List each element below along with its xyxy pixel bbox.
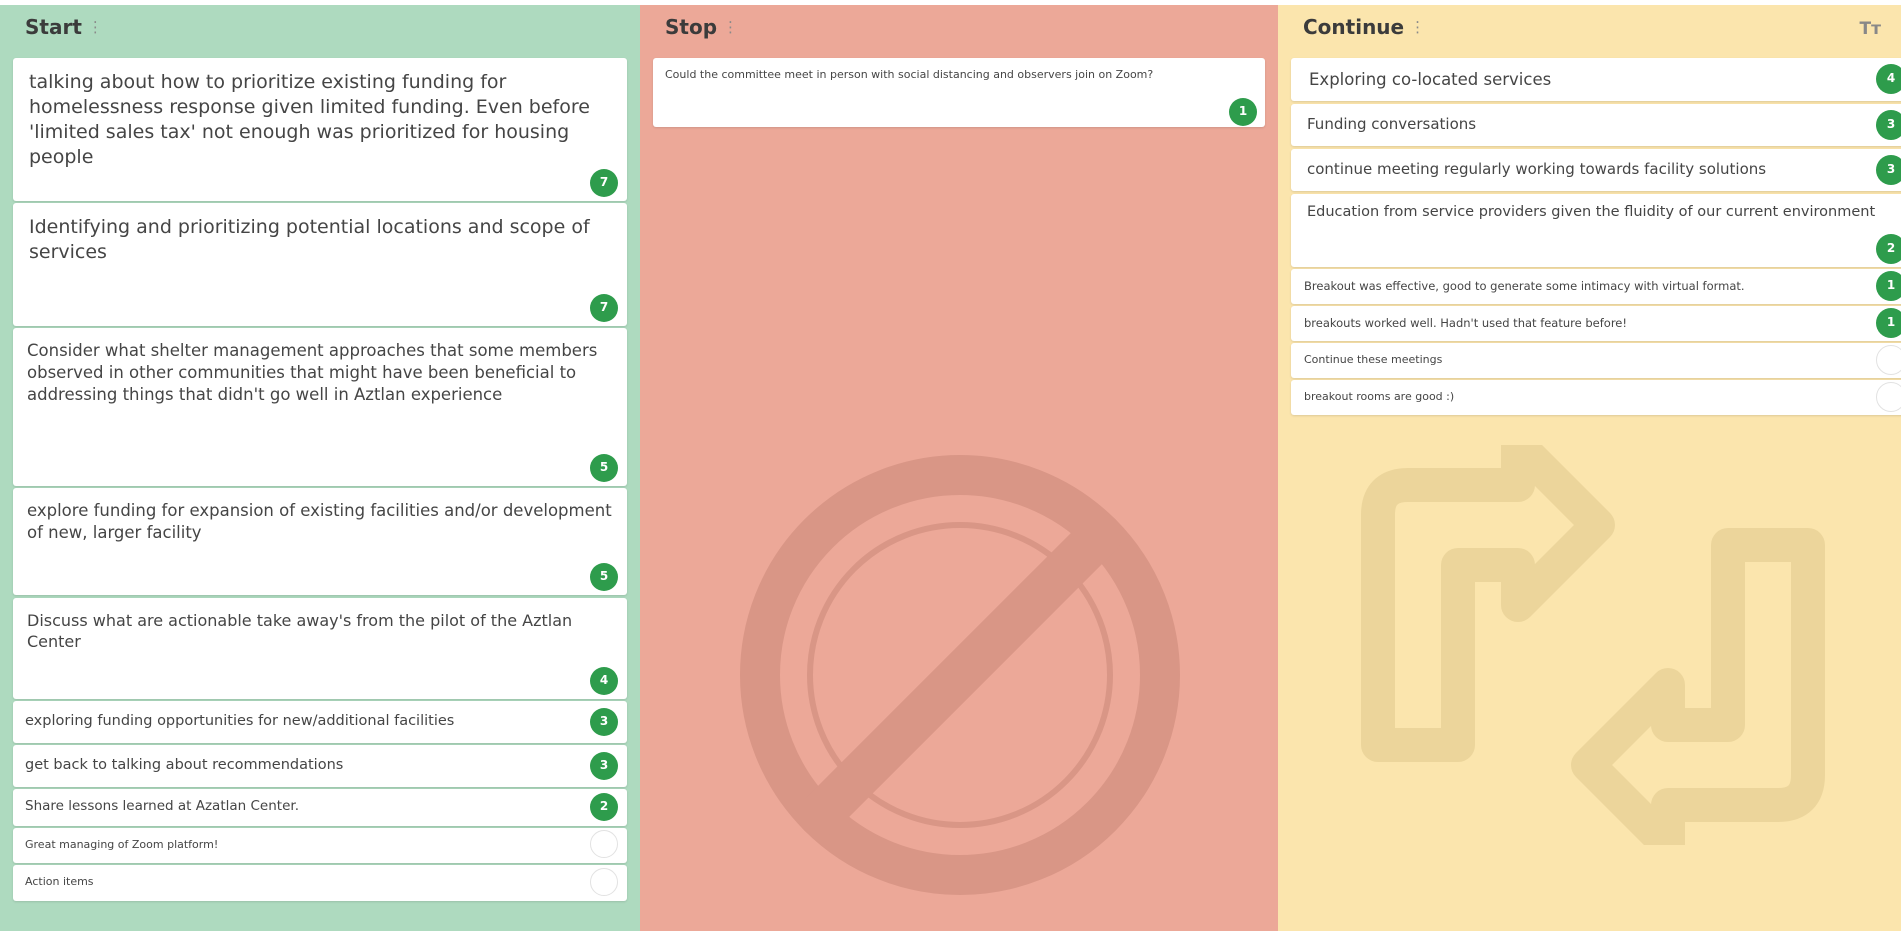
card-text: continue meeting regularly working towar… (1307, 160, 1767, 178)
card[interactable]: talking about how to prioritize existing… (13, 58, 627, 201)
card-text: exploring funding opportunities for new/… (25, 713, 455, 729)
vote-count-badge[interactable]: 1 (1229, 98, 1257, 126)
vote-count-badge[interactable]: 3 (590, 708, 618, 736)
retro-board: Start ⋮ talking about how to prioritize … (0, 0, 1901, 931)
repeat-arrows-icon (1361, 445, 1825, 845)
vote-button[interactable] (1876, 382, 1901, 412)
column-header-stop: Stop ⋮ (640, 5, 1278, 49)
card-text: Education from service providers given t… (1307, 204, 1876, 220)
card[interactable]: get back to talking about recommendation… (13, 745, 627, 787)
card[interactable]: Discuss what are actionable take away's … (13, 598, 627, 699)
card[interactable]: Identifying and prioritizing potential l… (13, 203, 627, 326)
card[interactable]: explore funding for expansion of existin… (13, 488, 627, 595)
card[interactable]: breakouts worked well. Hadn't used that … (1291, 306, 1901, 341)
card-text: Breakout was effective, good to generate… (1304, 279, 1745, 293)
vote-count-badge[interactable]: 4 (1876, 64, 1901, 94)
column-continue: Continue ⋮ Tт Exploring co-located servi… (1278, 5, 1901, 931)
card-text: Continue these meetings (1304, 353, 1443, 366)
column-stop: Stop ⋮ Could the committee meet in perso… (640, 5, 1278, 931)
card-text: Exploring co-located services (1309, 70, 1552, 89)
vote-count-badge[interactable]: 7 (590, 294, 618, 322)
card-text: breakout rooms are good :) (1304, 390, 1455, 403)
card[interactable]: Share lessons learned at Azatlan Center.… (13, 789, 627, 826)
column-title-continue: Continue (1303, 15, 1405, 39)
column-title-stop: Stop (665, 15, 718, 39)
vote-count-badge[interactable]: 2 (590, 793, 618, 821)
vote-count-badge[interactable]: 4 (590, 667, 618, 695)
drag-handle-icon[interactable]: ⋮ (88, 18, 103, 36)
card-text: Share lessons learned at Azatlan Center. (25, 798, 299, 814)
card[interactable]: breakout rooms are good :) (1291, 380, 1901, 415)
vote-count-badge[interactable]: 5 (590, 454, 618, 482)
card-text: Identifying and prioritizing potential l… (29, 216, 590, 264)
card[interactable]: Continue these meetings (1291, 343, 1901, 378)
card[interactable]: Consider what shelter management approac… (13, 328, 627, 486)
card[interactable]: Funding conversations 3 (1291, 104, 1901, 146)
card-text: breakouts worked well. Hadn't used that … (1304, 316, 1627, 330)
card[interactable]: Could the committee meet in person with … (653, 58, 1265, 127)
card[interactable]: exploring funding opportunities for new/… (13, 701, 627, 743)
card[interactable]: Exploring co-located services 4 (1291, 58, 1901, 101)
drag-handle-icon[interactable]: ⋮ (1410, 18, 1425, 36)
vote-count-badge[interactable]: 1 (1876, 308, 1901, 338)
no-entry-icon (740, 455, 1180, 895)
card[interactable]: Great managing of Zoom platform! (13, 828, 627, 863)
vote-count-badge[interactable]: 1 (1876, 271, 1901, 301)
column-header-start: Start ⋮ (0, 5, 640, 49)
card-text: Great managing of Zoom platform! (25, 838, 219, 851)
text-size-icon[interactable]: Tт (1860, 19, 1881, 39)
column-title-start: Start (25, 15, 82, 39)
vote-count-badge[interactable]: 7 (590, 169, 618, 197)
card-text: explore funding for expansion of existin… (27, 501, 612, 542)
vote-button[interactable] (1876, 345, 1901, 375)
vote-count-badge[interactable]: 5 (590, 563, 618, 591)
card-text: Discuss what are actionable take away's … (27, 611, 573, 652)
card[interactable]: Education from service providers given t… (1291, 194, 1901, 267)
card-text: get back to talking about recommendation… (25, 757, 344, 773)
vote-button[interactable] (590, 868, 618, 896)
column-header-continue: Continue ⋮ Tт (1278, 5, 1901, 49)
vote-button[interactable] (590, 830, 618, 858)
vote-count-badge[interactable]: 2 (1876, 234, 1901, 264)
card-text: Action items (25, 875, 94, 888)
vote-count-badge[interactable]: 3 (590, 752, 618, 780)
column-start: Start ⋮ talking about how to prioritize … (0, 5, 640, 931)
card-text: Could the committee meet in person with … (665, 68, 1154, 81)
card[interactable]: Breakout was effective, good to generate… (1291, 269, 1901, 304)
drag-handle-icon[interactable]: ⋮ (723, 18, 738, 36)
card-text: talking about how to prioritize existing… (29, 71, 590, 169)
card[interactable]: continue meeting regularly working towar… (1291, 149, 1901, 191)
card-text: Funding conversations (1307, 115, 1477, 133)
vote-count-badge[interactable]: 3 (1876, 155, 1901, 185)
vote-count-badge[interactable]: 3 (1876, 110, 1901, 140)
card-text: Consider what shelter management approac… (27, 341, 598, 404)
card[interactable]: Action items (13, 865, 627, 901)
